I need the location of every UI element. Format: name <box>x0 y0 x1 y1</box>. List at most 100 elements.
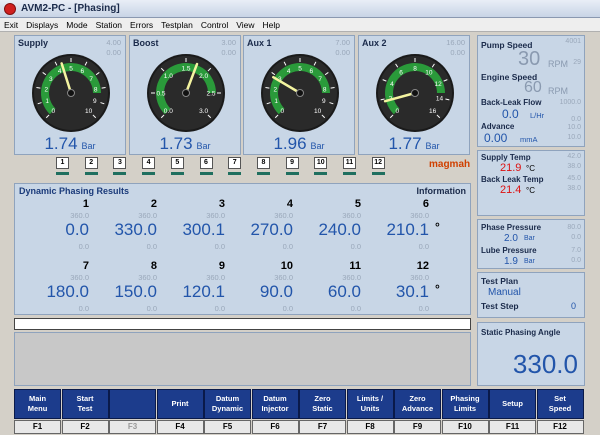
supply-temp-label: Supply Temp <box>481 153 531 162</box>
phasing-value: 60.0 <box>327 282 361 301</box>
phasing-cell-3: 3 360.0 300.1 0.0 <box>157 198 225 256</box>
gauge-tick-label: 1 <box>274 98 278 105</box>
phasing-min: 0.0 <box>78 304 89 313</box>
fkey-key[interactable]: F10 <box>441 420 489 434</box>
phasing-cell-8: 8 360.0 150.0 0.0 <box>89 260 157 318</box>
cylinder-button-10[interactable]: 10 <box>314 157 328 169</box>
fkey-f12[interactable]: Set Speed F12 <box>536 389 584 435</box>
fkey-label[interactable]: Start Test <box>61 389 109 419</box>
fkey-key[interactable]: F1 <box>14 420 61 434</box>
menu-item-mode[interactable]: Mode <box>62 20 91 30</box>
phasing-max: 360.0 <box>342 273 361 282</box>
gauge-tick-label: 16 <box>429 108 437 115</box>
fkey-label[interactable] <box>109 389 156 419</box>
cylinder-button-3[interactable]: 3 <box>113 157 127 169</box>
gauge-tick-label: 8 <box>94 87 98 94</box>
gauge-tick <box>36 87 41 89</box>
fkey-label[interactable]: Print <box>156 389 204 419</box>
cylinder-button-9[interactable]: 9 <box>285 157 299 169</box>
fkey-key[interactable]: F12 <box>536 420 584 434</box>
phasing-max: 360.0 <box>206 273 225 282</box>
menu-item-help[interactable]: Help <box>259 20 284 30</box>
fkey-f4[interactable]: Print F4 <box>156 389 204 435</box>
static-phasing-value: 330.0 <box>512 349 578 379</box>
cylinder-button-8[interactable]: 8 <box>256 157 270 169</box>
gauge-tick-label: 0 <box>281 108 285 115</box>
fkey-f6[interactable]: Datum Injector F6 <box>251 389 299 435</box>
menu-item-errors[interactable]: Errors <box>126 20 157 30</box>
title-bar[interactable]: AVM2-PC - [Phasing] <box>0 0 600 18</box>
fkey-label[interactable]: Set Speed <box>536 389 584 419</box>
cylinder-button-1[interactable]: 1 <box>56 157 69 169</box>
test-plan-panel: Test Plan Manual Test Step 0 <box>477 272 585 318</box>
menu-item-exit[interactable]: Exit <box>0 20 22 30</box>
backleak-temp-label: Back Leak Temp <box>481 175 544 184</box>
gauge-max: 7.00 <box>335 38 350 47</box>
fkey-label[interactable]: Limits / Units <box>346 389 394 419</box>
fkey-f5[interactable]: Datum Dynamic F5 <box>204 389 251 435</box>
lube-pressure-label: Lube Pressure <box>481 246 537 255</box>
cylinder-button-7[interactable]: 7 <box>228 157 242 169</box>
fkey-label[interactable]: Datum Injector <box>251 389 299 419</box>
backleak-flow-value: 0.0 <box>502 107 519 121</box>
fkey-key[interactable]: F3 <box>109 420 156 434</box>
fkey-key[interactable]: F2 <box>61 420 109 434</box>
fkey-key[interactable]: F7 <box>299 420 346 434</box>
menu-item-view[interactable]: View <box>232 20 258 30</box>
fkey-key[interactable]: F9 <box>394 420 441 434</box>
phasing-max: 360.0 <box>206 211 225 220</box>
gauge-dial: 0246810121416 <box>376 54 454 132</box>
gauge-tick-label: 2.0 <box>199 73 208 80</box>
fkey-f9[interactable]: Zero Advance F9 <box>394 389 441 435</box>
fkey-key[interactable]: F6 <box>251 420 299 434</box>
fkey-label[interactable]: Zero Static <box>299 389 346 419</box>
cylinder-button-11[interactable]: 11 <box>343 157 356 169</box>
cylinder-button-5[interactable]: 5 <box>170 157 184 169</box>
fkey-f10[interactable]: Phasing Limits F10 <box>441 389 489 435</box>
cylinder-button-12[interactable]: 12 <box>371 157 385 169</box>
pressure-panel: Phase Pressure 80.0 0.0 2.0 Bar Lube Pre… <box>477 219 585 269</box>
menu-item-control[interactable]: Control <box>197 20 232 30</box>
cylinder-button-6[interactable]: 6 <box>199 157 213 169</box>
phasing-value: 270.0 <box>250 220 293 239</box>
fkey-f8[interactable]: Limits / Units F8 <box>346 389 394 435</box>
fkey-label[interactable]: Setup <box>489 389 536 419</box>
cylinder-number: 12 <box>416 260 429 272</box>
fkey-f3[interactable]: F3 <box>109 389 156 435</box>
phase-pressure-max: 80.0 <box>567 224 581 231</box>
fkey-label[interactable]: Datum Dynamic <box>204 389 251 419</box>
fkey-key[interactable]: F5 <box>204 420 251 434</box>
test-plan-value: Manual <box>488 287 521 298</box>
cylinder-button-4[interactable]: 4 <box>142 157 156 169</box>
phasing-max: 360.0 <box>138 273 157 282</box>
fkey-f2[interactable]: Start Test F2 <box>61 389 109 435</box>
phasing-cell-2: 2 360.0 330.0 0.0 <box>89 198 157 256</box>
fkey-label[interactable]: Phasing Limits <box>441 389 489 419</box>
gauge-tick-label: 12 <box>434 81 442 88</box>
gauge-tick-label: 7 <box>89 76 93 83</box>
backleak-flow-label: Back-Leak Flow <box>481 98 542 107</box>
gauge-tick-label: 4 <box>58 68 62 75</box>
fkey-key[interactable]: F4 <box>156 420 204 434</box>
cylinder-button-2[interactable]: 2 <box>84 157 98 169</box>
phase-pressure-label: Phase Pressure <box>481 223 542 232</box>
cylinder-indicator-4 <box>142 172 156 175</box>
fkey-key[interactable]: F8 <box>346 420 394 434</box>
fkey-label[interactable]: Main Menu <box>14 389 61 419</box>
phasing-value: 120.1 <box>182 282 225 301</box>
gauge-value: 1.74 Bar <box>15 134 125 154</box>
application-window: AVM2-PC - [Phasing] Exit Displays Mode Stat… <box>0 0 600 435</box>
gauge-title: Boost <box>133 38 159 48</box>
fkey-label[interactable]: Zero Advance <box>394 389 441 419</box>
menu-item-testplan[interactable]: Testplan <box>157 20 197 30</box>
menu-item-displays[interactable]: Displays <box>22 20 62 30</box>
gauge-tick-label: 1.0 <box>164 73 173 80</box>
fkey-f7[interactable]: Zero Static F7 <box>299 389 346 435</box>
gauge-tick-label: 0.0 <box>164 108 173 115</box>
cylinder-indicator-11 <box>343 172 356 175</box>
fkey-f1[interactable]: Main Menu F1 <box>14 389 61 435</box>
gauge-panel-supply: Supply 4.00 0.00 1.74 Bar 0 1 2 3 4 5 6 7 8 9 10 <box>14 35 126 155</box>
fkey-key[interactable]: F11 <box>489 420 536 434</box>
menu-item-station[interactable]: Station <box>92 20 126 30</box>
fkey-f11[interactable]: Setup F11 <box>489 389 536 435</box>
